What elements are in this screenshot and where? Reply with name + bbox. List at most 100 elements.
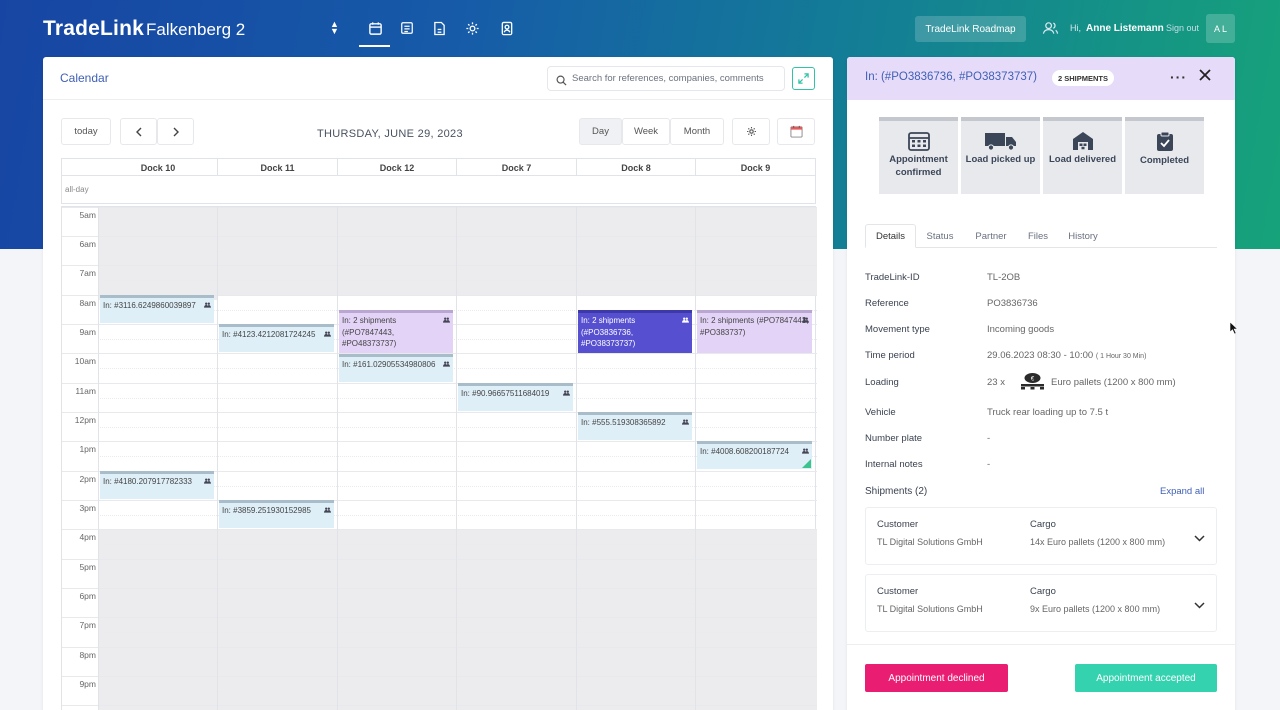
chevron-down-icon[interactable] [1194, 596, 1205, 614]
avatar[interactable]: A L [1206, 14, 1235, 43]
partner-icon [443, 359, 450, 371]
panel-header: In: (#PO3836736, #PO38373737) 2 SHIPMENT… [847, 57, 1235, 100]
close-icon[interactable] [1198, 68, 1212, 87]
footer-divider [847, 644, 1235, 645]
shipment-card[interactable]: Customer TL Digital Solutions GmbH Cargo… [865, 574, 1217, 632]
step-completed: Completed [1125, 117, 1204, 194]
detail-tabs: Details Status Partner Files History [865, 224, 1217, 248]
calendar-grid-icon [907, 132, 930, 151]
step-label: Load delivered [1048, 154, 1117, 165]
contacts-nav-icon[interactable] [498, 19, 516, 37]
detail-label: Internal notes [865, 459, 923, 470]
shipments-title: Shipments (2) [865, 486, 928, 497]
resize-handle-icon[interactable] [802, 459, 811, 468]
document-nav-icon[interactable] [430, 19, 448, 37]
view-month-button[interactable]: Month [670, 118, 724, 145]
nav-active-indicator [359, 45, 390, 47]
pallet-icon: € [1020, 372, 1045, 395]
dock-header: Dock 12 [337, 159, 456, 177]
chevron-down-icon[interactable] [1194, 529, 1205, 547]
calendar-title: Calendar [60, 71, 109, 85]
calendar-event[interactable]: In: #3116.6249860039897 [100, 295, 214, 323]
list-nav-icon[interactable] [398, 19, 416, 37]
user-name: Anne Listemann [1086, 23, 1164, 34]
truck-icon [984, 133, 1016, 151]
event-label: In: 2 shipments (#PO7847443, #PO48373737… [342, 316, 397, 348]
search-input[interactable] [572, 70, 780, 87]
calendar-event[interactable]: In: 2 shipments (#PO7847443, #PO48373737… [339, 310, 453, 353]
top-bar: TradeLink Falkenberg 2 ▲ ▼ TradeLink Road… [0, 0, 1280, 56]
date-picker-button[interactable] [777, 118, 815, 145]
calendar-event[interactable]: In: #3859.251930152985 [219, 500, 334, 528]
partner-icon [682, 417, 689, 429]
time-period-value: 29.06.2023 08:30 - 10:00 [987, 350, 1094, 361]
users-icon[interactable] [1042, 21, 1059, 40]
calendar-event[interactable]: In: #161.02905534980806 [339, 354, 453, 382]
detail-label: Time period [865, 350, 915, 361]
time-label: 9am [79, 327, 96, 337]
prev-day-button[interactable] [120, 118, 157, 145]
calendar-event[interactable]: In: #4180.207917782333 [100, 471, 214, 499]
step-load-delivered: Load delivered [1043, 117, 1122, 194]
today-button[interactable]: today [61, 118, 111, 145]
accept-button[interactable]: Appointment accepted [1075, 664, 1217, 692]
tab-status[interactable]: Status [919, 224, 961, 248]
chevron-right-icon [173, 127, 179, 136]
dock-header: Dock 9 [695, 159, 815, 177]
all-day-label: all-day [65, 185, 89, 194]
panel-title: In: (#PO3836736, #PO38373737) [865, 71, 1037, 83]
dock-header: Dock 8 [576, 159, 695, 177]
event-label: In: #90.96657511684019 [461, 389, 550, 398]
step-label: Completed [1139, 155, 1190, 166]
more-options-icon[interactable]: ··· [1170, 69, 1187, 85]
calendar-event[interactable]: In: #90.96657511684019 [458, 383, 573, 411]
calendar-nav-icon[interactable] [366, 19, 384, 37]
sort-arrows-icon[interactable]: ▲ ▼ [330, 20, 339, 36]
partner-icon [324, 329, 331, 341]
dock-header: Dock 11 [217, 159, 337, 177]
expand-icon[interactable] [792, 67, 815, 90]
detail-label: TradeLink-ID [865, 272, 920, 283]
detail-label: Movement type [865, 324, 930, 335]
calendar-settings-button[interactable] [732, 118, 770, 145]
calendar-event[interactable]: In: 2 shipments (#PO7847443, #PO383737) [697, 310, 812, 353]
partner-icon [204, 300, 211, 312]
view-week-button[interactable]: Week [622, 118, 670, 145]
tab-history[interactable]: History [1061, 224, 1105, 248]
decline-button[interactable]: Appointment declined [865, 664, 1008, 692]
dock-header: Dock 10 [140, 163, 176, 173]
time-label: 5am [79, 210, 96, 220]
search-box[interactable] [547, 66, 785, 91]
calendar-event[interactable]: In: #4008.608200187724 [697, 441, 812, 469]
calendar-event-selected[interactable]: In: 2 shipments (#PO3836736, #PO38373737… [578, 310, 692, 353]
detail-value: 29.06.2023 08:30 - 10:00 ( 1 Hour 30 Min… [987, 350, 1146, 361]
event-label: In: #161.02905534980806 [342, 360, 436, 369]
tab-partner[interactable]: Partner [968, 224, 1014, 248]
partner-icon [802, 446, 809, 458]
shipment-card[interactable]: Customer TL Digital Solutions GmbH Cargo… [865, 507, 1217, 565]
expand-all-link[interactable]: Expand all [1160, 486, 1204, 497]
sign-out-link[interactable]: Sign out [1166, 23, 1199, 33]
tab-files[interactable]: Files [1019, 224, 1057, 248]
detail-label: Loading [865, 377, 899, 388]
detail-label: Reference [865, 298, 909, 309]
time-label: 7am [79, 268, 96, 278]
unavailable-zone [98, 529, 817, 710]
view-day-button[interactable]: Day [579, 118, 622, 145]
customer-value: TL Digital Solutions GmbH [877, 604, 983, 614]
calendar-event[interactable]: In: #555.519308365892 [578, 412, 692, 440]
partner-icon [682, 315, 689, 327]
settings-nav-icon[interactable] [463, 19, 481, 37]
customer-value: TL Digital Solutions GmbH [877, 537, 983, 547]
current-date: THURSDAY, JUNE 29, 2023 [317, 128, 463, 140]
site-selector[interactable]: Falkenberg 2 [146, 20, 245, 40]
calendar-event[interactable]: In: #4123.4212081724245 [219, 324, 334, 352]
customer-label: Customer [877, 519, 919, 530]
all-day-row: all-day [61, 176, 816, 204]
brand-logo[interactable]: TradeLink [43, 17, 144, 41]
roadmap-button[interactable]: TradeLink Roadmap [915, 16, 1026, 42]
dock-header: Dock 7 [456, 159, 576, 177]
greeting: Hi, [1070, 23, 1081, 33]
next-day-button[interactable] [157, 118, 194, 145]
tab-details[interactable]: Details [865, 224, 916, 248]
